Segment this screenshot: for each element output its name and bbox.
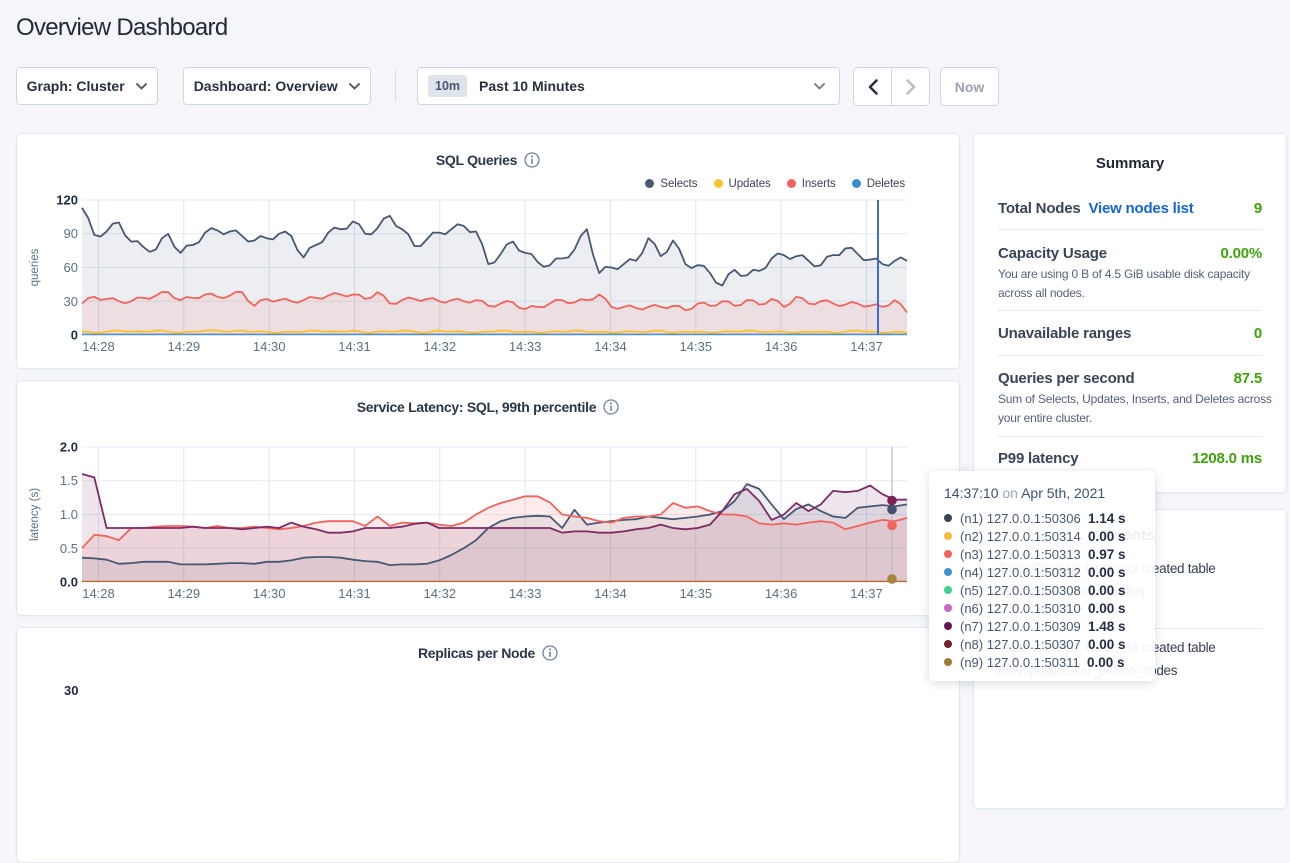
svg-text:90: 90 bbox=[64, 226, 78, 241]
svg-text:0.0: 0.0 bbox=[60, 575, 78, 590]
svg-text:14:35: 14:35 bbox=[680, 586, 713, 601]
svg-text:14:35: 14:35 bbox=[680, 339, 713, 354]
svg-text:30: 30 bbox=[64, 294, 78, 309]
svg-text:0: 0 bbox=[71, 328, 78, 343]
svg-text:14:29: 14:29 bbox=[168, 586, 201, 601]
svg-text:14:33: 14:33 bbox=[509, 586, 542, 601]
svg-text:2.0: 2.0 bbox=[60, 440, 78, 455]
svg-text:14:31: 14:31 bbox=[338, 339, 371, 354]
svg-text:14:34: 14:34 bbox=[594, 586, 627, 601]
svg-text:14:36: 14:36 bbox=[765, 339, 798, 354]
svg-text:14:29: 14:29 bbox=[168, 339, 201, 354]
svg-text:0.5: 0.5 bbox=[60, 541, 78, 556]
svg-text:1.0: 1.0 bbox=[60, 507, 78, 522]
svg-text:14:28: 14:28 bbox=[82, 586, 115, 601]
svg-text:14:28: 14:28 bbox=[82, 339, 115, 354]
svg-text:14:37: 14:37 bbox=[850, 586, 883, 601]
svg-text:14:32: 14:32 bbox=[424, 586, 457, 601]
svg-text:14:34: 14:34 bbox=[594, 339, 627, 354]
svg-text:1.5: 1.5 bbox=[60, 473, 78, 488]
svg-text:60: 60 bbox=[64, 260, 78, 275]
svg-text:14:31: 14:31 bbox=[338, 586, 371, 601]
svg-text:14:33: 14:33 bbox=[509, 339, 542, 354]
svg-text:14:30: 14:30 bbox=[253, 586, 286, 601]
svg-text:latency (s): latency (s) bbox=[29, 488, 41, 541]
svg-text:queries: queries bbox=[29, 248, 41, 286]
svg-text:14:37: 14:37 bbox=[850, 339, 883, 354]
svg-text:14:32: 14:32 bbox=[424, 339, 457, 354]
svg-text:120: 120 bbox=[56, 193, 78, 208]
svg-text:14:36: 14:36 bbox=[765, 586, 798, 601]
svg-text:14:30: 14:30 bbox=[253, 339, 286, 354]
